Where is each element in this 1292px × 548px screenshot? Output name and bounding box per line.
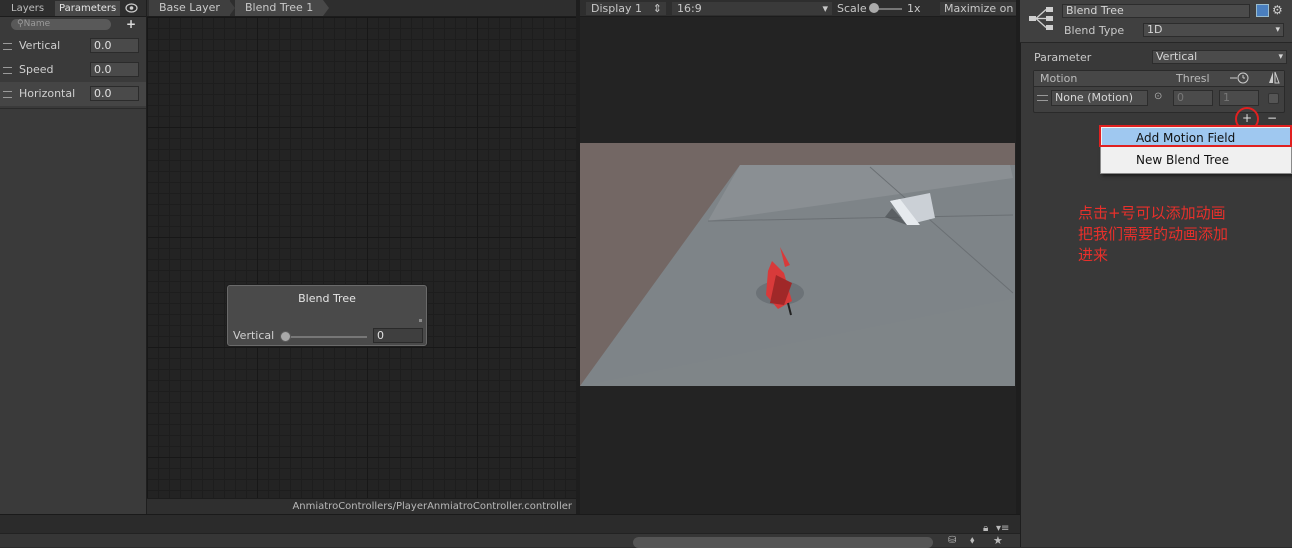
speed-clock-icon <box>1229 72 1251 84</box>
parameter-dropdown[interactable]: Vertical ▾ <box>1152 50 1287 64</box>
animator-graph[interactable] <box>147 17 576 498</box>
parameter-row-vertical[interactable]: Vertical 0.0 <box>0 34 146 58</box>
mirror-checkbox[interactable] <box>1268 93 1279 104</box>
remove-motion-button[interactable]: − <box>1262 112 1282 126</box>
drag-handle-icon[interactable] <box>1037 95 1048 101</box>
mirror-icon <box>1267 71 1281 85</box>
blend-type-value: 1D <box>1147 23 1163 36</box>
node-connector[interactable] <box>419 319 422 322</box>
drag-handle-icon[interactable] <box>3 43 12 50</box>
gear-icon[interactable]: ⚙ <box>1272 3 1283 17</box>
tab-layers[interactable]: Layers <box>7 1 48 16</box>
blend-tree-icon <box>1026 4 1056 34</box>
node-param-label: Vertical <box>233 329 275 342</box>
parameter-name: Speed <box>19 63 54 76</box>
drag-handle-icon[interactable] <box>3 67 12 74</box>
parameter-dropdown-value: Vertical <box>1156 50 1198 63</box>
search-placeholder: Name <box>23 19 51 29</box>
parameter-row-horizontal[interactable]: Horizontal 0.0 <box>0 82 146 106</box>
motion-column-header: Motion <box>1040 72 1078 85</box>
annotation-line: 点击+号可以添加动画 <box>1078 204 1226 222</box>
motion-field[interactable]: None (Motion) <box>1051 90 1148 106</box>
display-dropdown[interactable]: Display 1 ⇕ <box>586 2 666 15</box>
eye-icon[interactable] <box>125 2 138 14</box>
game-viewport <box>580 143 1015 386</box>
threshold-column-header: Thresl <box>1176 72 1210 85</box>
parameter-value-field[interactable]: 0.0 <box>90 62 139 77</box>
scale-value: 1x <box>907 2 921 15</box>
label-icon[interactable]: ⬧ <box>970 535 975 546</box>
divider <box>0 108 146 109</box>
node-param-value-field[interactable]: 0 <box>373 328 423 343</box>
maximize-on-play-toggle[interactable]: Maximize on P <box>940 2 1016 15</box>
speed-field[interactable]: 1 <box>1219 90 1259 106</box>
parameter-label: Parameter <box>1034 51 1092 64</box>
object-picker-icon[interactable]: ⊙ <box>1154 91 1162 102</box>
blend-type-dropdown[interactable]: 1D ▾ <box>1143 23 1284 37</box>
chevron-down-icon: ▾ <box>822 2 828 15</box>
dropdown-arrow-icon: ⇕ <box>652 2 662 15</box>
blend-tree-node[interactable]: Blend Tree Vertical 0 <box>227 285 427 346</box>
parameter-name: Vertical <box>19 39 61 52</box>
breadcrumb-separator <box>323 0 329 16</box>
chevron-down-icon: ▾ <box>1278 52 1283 62</box>
parameter-name: Horizontal <box>19 87 76 100</box>
star-icon[interactable]: ★ <box>993 534 1003 547</box>
parameter-search-input[interactable]: ⚲Name <box>11 19 111 30</box>
blend-tree-name-input[interactable]: Blend Tree <box>1062 4 1250 18</box>
blend-type-label: Blend Type <box>1064 24 1125 37</box>
parameter-row-speed[interactable]: Speed 0.0 <box>0 58 146 82</box>
display-value: Display 1 <box>591 2 643 15</box>
breadcrumb-base-layer[interactable]: Base Layer <box>149 0 230 16</box>
node-title: Blend Tree <box>298 292 356 305</box>
breadcrumb-blend-tree[interactable]: Blend Tree 1 <box>235 0 324 16</box>
annotation-line: 把我们需要的动画添加 <box>1078 225 1229 243</box>
controller-path: AnmiatroControllers/PlayerAnmiatroContro… <box>147 498 576 514</box>
search-icon: ⚲ <box>17 19 24 29</box>
add-parameter-button[interactable]: + <box>126 17 136 31</box>
aspect-value: 16:9 <box>677 2 702 15</box>
annotation-line: 进来 <box>1078 246 1109 264</box>
drag-handle-icon[interactable] <box>3 91 12 98</box>
parameter-value-field[interactable]: 0.0 <box>90 86 139 101</box>
threshold-field[interactable]: 0 <box>1173 90 1213 106</box>
node-slider-track[interactable] <box>285 336 367 338</box>
highlight-box-annotation <box>1099 125 1292 147</box>
scale-label: Scale <box>837 2 867 15</box>
scene-render <box>580 143 1015 386</box>
parameter-value-field[interactable]: 0.0 <box>90 38 139 53</box>
scale-slider-knob[interactable] <box>869 3 879 13</box>
filter-icon[interactable]: ⛁ <box>948 535 956 546</box>
tab-parameters[interactable]: Parameters <box>55 1 121 16</box>
chevron-down-icon: ▾ <box>1275 25 1280 35</box>
project-search-input[interactable] <box>633 537 933 548</box>
node-slider-knob[interactable] <box>280 331 291 342</box>
instruction-annotation: 点击+号可以添加动画 把我们需要的动画添加 进来 <box>1078 203 1278 266</box>
menu-item-new-blend-tree[interactable]: New Blend Tree <box>1101 149 1291 171</box>
aspect-dropdown[interactable]: 16:9 ▾ <box>672 2 832 15</box>
help-icon[interactable] <box>1256 4 1269 17</box>
